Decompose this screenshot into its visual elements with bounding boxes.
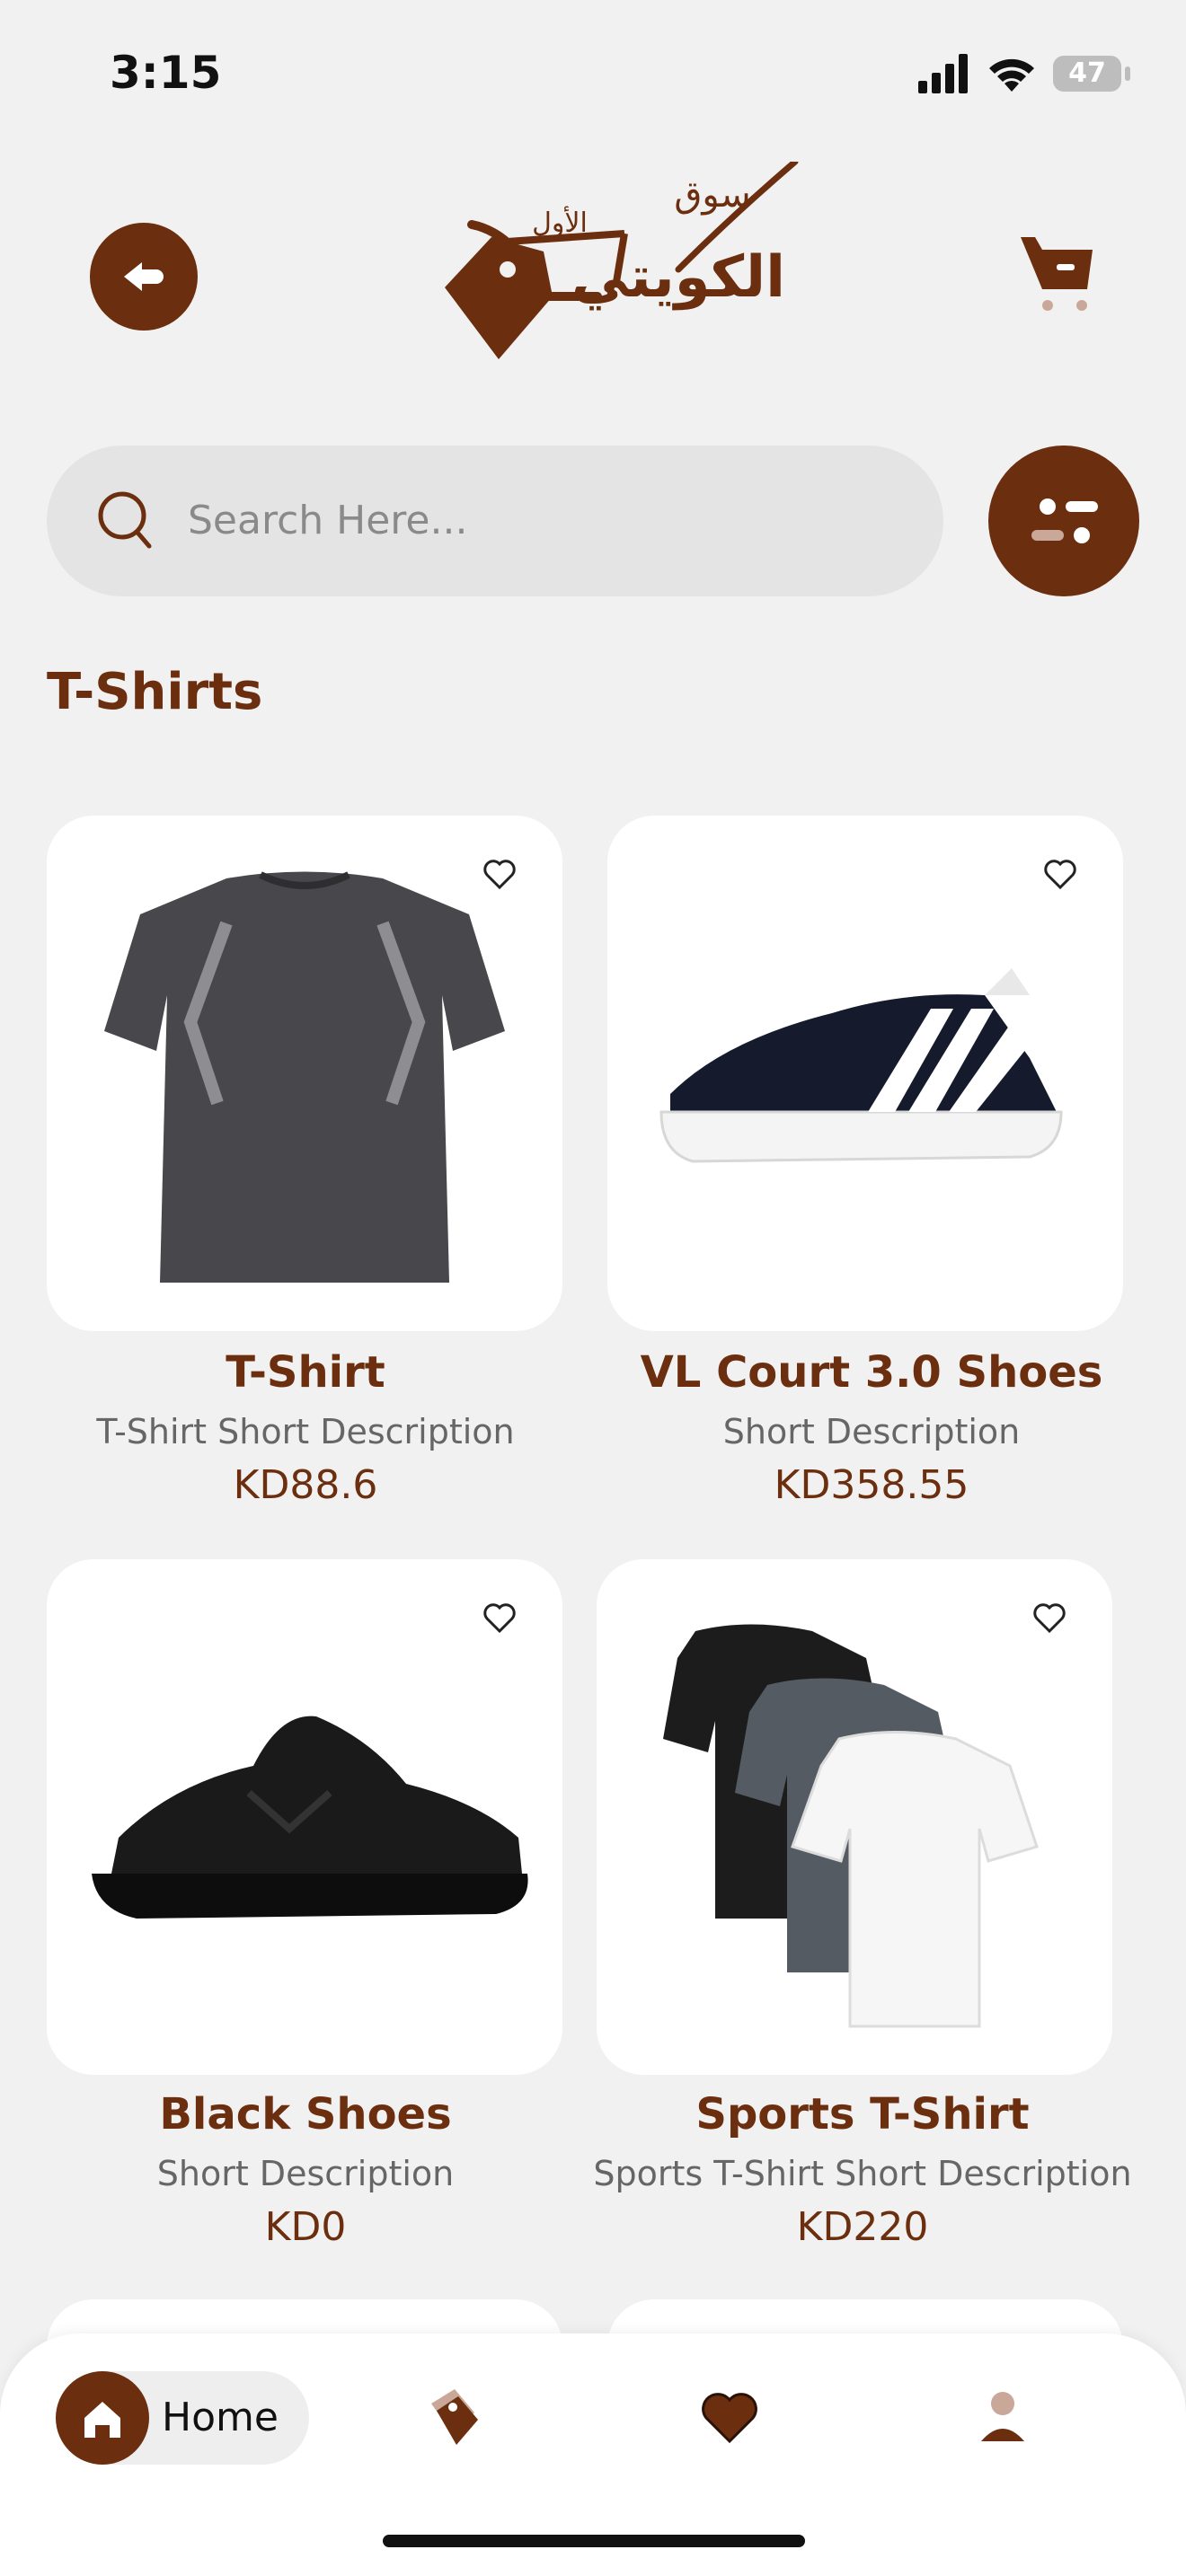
battery-level: 47 bbox=[1068, 57, 1106, 89]
product-card-black-shoes[interactable] bbox=[47, 1559, 562, 2075]
status-bar: 3:15 47 bbox=[0, 0, 1186, 153]
search-icon bbox=[98, 491, 152, 549]
brand-logo: سوق الأول الكويتي bbox=[445, 162, 799, 359]
logo-text-main: الكويتي bbox=[571, 244, 785, 311]
favorite-heart-icon[interactable] bbox=[1031, 1601, 1067, 1635]
tag-icon[interactable] bbox=[422, 2382, 487, 2454]
wifi-icon bbox=[989, 58, 1034, 92]
logo-text-top: سوق bbox=[674, 174, 750, 216]
product-price: KD220 bbox=[796, 2204, 929, 2250]
profile-icon[interactable] bbox=[970, 2382, 1035, 2454]
product-card-sports-tshirt[interactable] bbox=[597, 1559, 1112, 2075]
tab-home[interactable]: Home bbox=[56, 2371, 309, 2465]
favorites-heart-icon[interactable] bbox=[697, 2382, 762, 2454]
app-header: سوق الأول الكويتي bbox=[0, 162, 1186, 377]
product-price: KD0 bbox=[264, 2204, 347, 2250]
product-name: VL Court 3.0 Shoes bbox=[640, 1347, 1103, 1398]
logo-text-small: الأول bbox=[532, 205, 588, 239]
filter-icon bbox=[1031, 498, 1098, 543]
product-name: Black Shoes bbox=[159, 2089, 452, 2139]
product-name: T-Shirt bbox=[226, 1347, 385, 1398]
search-input[interactable] bbox=[186, 483, 890, 557]
product-image-sports-tshirt bbox=[663, 1624, 1039, 2028]
product-card-tshirt[interactable] bbox=[47, 816, 562, 1331]
back-arrow-icon bbox=[124, 262, 164, 291]
product-card-vl-court-shoes[interactable] bbox=[607, 816, 1123, 1331]
section-title: T-Shirts bbox=[47, 663, 263, 721]
tab-home-label: Home bbox=[162, 2395, 279, 2440]
product-image-black-shoes bbox=[92, 1716, 528, 1919]
product-name: Sports T-Shirt bbox=[695, 2089, 1030, 2139]
favorite-heart-icon[interactable] bbox=[482, 857, 518, 891]
home-icon-circle bbox=[56, 2371, 149, 2465]
product-price: KD88.6 bbox=[233, 1462, 378, 1508]
product-image-vl-court-shoes bbox=[659, 968, 1063, 1163]
filter-button[interactable] bbox=[988, 446, 1139, 596]
battery-tip bbox=[1125, 66, 1130, 81]
cart-button[interactable] bbox=[1006, 219, 1105, 318]
cellular-signal-icon bbox=[918, 54, 968, 93]
search-bar bbox=[47, 446, 943, 596]
favorite-heart-icon[interactable] bbox=[482, 1601, 518, 1635]
product-image-tshirt bbox=[104, 871, 505, 1283]
home-icon bbox=[84, 2402, 120, 2438]
cart-icon bbox=[1021, 237, 1093, 311]
back-button[interactable] bbox=[90, 223, 198, 331]
product-price: KD358.55 bbox=[774, 1462, 969, 1508]
product-description: Short Description bbox=[722, 1412, 1021, 1451]
favorite-heart-icon[interactable] bbox=[1042, 857, 1078, 891]
product-description: Sports T-Shirt Short Description bbox=[593, 2154, 1132, 2193]
status-time: 3:15 bbox=[110, 47, 222, 99]
product-description: Short Description bbox=[156, 2154, 455, 2193]
battery-icon: 47 bbox=[1053, 56, 1121, 92]
product-description: T-Shirt Short Description bbox=[96, 1412, 515, 1451]
home-indicator bbox=[383, 2535, 805, 2547]
